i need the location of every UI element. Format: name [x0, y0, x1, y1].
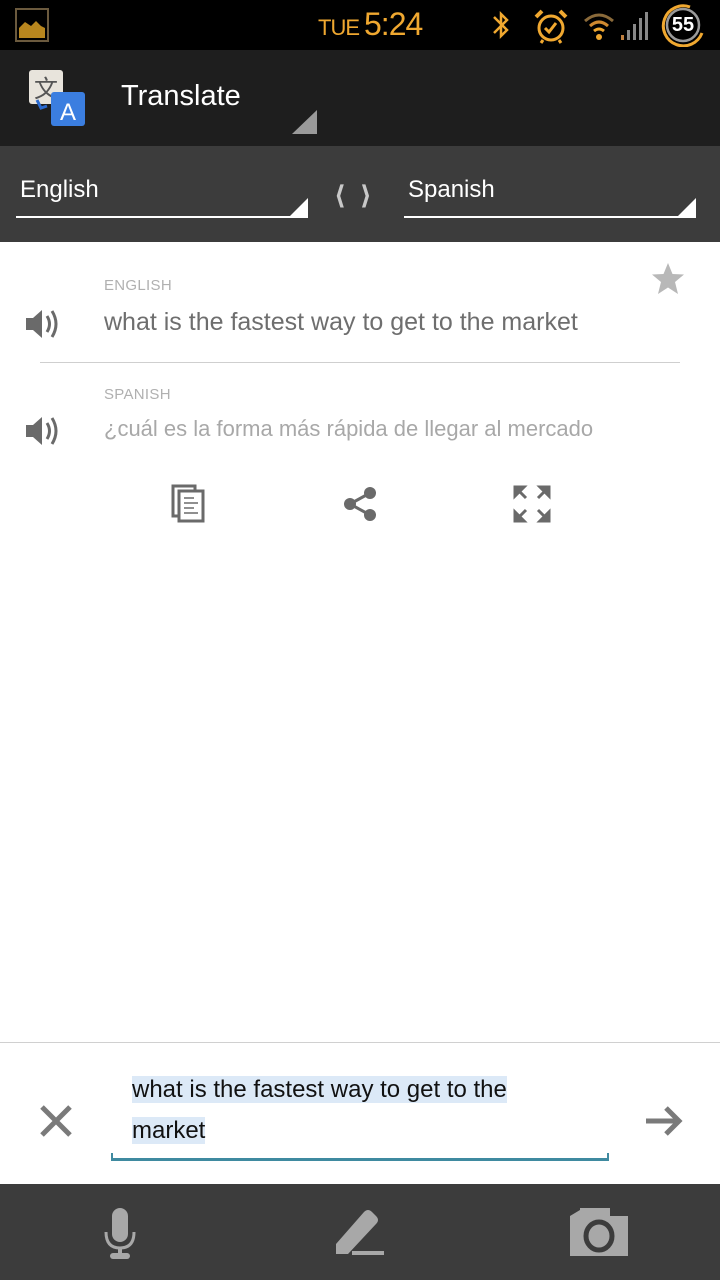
google-translate-icon[interactable]: 文 A [27, 70, 87, 128]
share-icon[interactable] [340, 484, 380, 524]
battery-icon: 55 [660, 3, 706, 48]
wifi-icon [584, 13, 614, 40]
dropdown-corner-icon [290, 198, 308, 216]
speaker-icon[interactable] [24, 306, 62, 342]
source-text[interactable]: what is the fastest way to get to the ma… [104, 308, 578, 337]
bottom-toolbar [0, 1184, 720, 1280]
swap-languages-icon[interactable]: ⟨ ⟩ [334, 180, 372, 211]
pencil-icon[interactable] [328, 1206, 392, 1260]
status-bar: TUE 5:24 55 [0, 0, 720, 50]
fullscreen-icon[interactable] [512, 484, 552, 524]
clock-time: 5:24 [364, 6, 423, 42]
arrow-right-icon[interactable] [644, 1103, 684, 1139]
app-title[interactable]: Translate [121, 80, 241, 113]
divider [40, 362, 680, 363]
source-language-select[interactable]: English [16, 170, 308, 218]
alarm-icon [534, 9, 568, 44]
dropdown-corner-icon [678, 198, 696, 216]
camera-icon[interactable] [566, 1206, 630, 1260]
target-language-caption: SPANISH [104, 386, 171, 403]
input-line-1: what is the fastest way to get to the [132, 1076, 507, 1103]
chevron-left-icon: ⟨ [334, 180, 346, 210]
gallery-notification-icon [15, 8, 49, 42]
language-bar: English ⟨ ⟩ Spanish [0, 146, 720, 242]
menu-dropdown-indicator [292, 110, 317, 134]
chevron-right-icon: ⟩ [359, 180, 372, 210]
input-line-2: market [132, 1117, 206, 1144]
source-language-caption: ENGLISH [104, 277, 172, 294]
input-text[interactable]: what is the fastest way to get to the ma… [132, 1069, 588, 1151]
speaker-icon[interactable] [24, 413, 62, 449]
input-area: what is the fastest way to get to the ma… [0, 1042, 720, 1184]
translate-screen: TUE 5:24 55 文 A Translate English ⟨ ⟩ Sp… [0, 0, 720, 1280]
star-icon[interactable] [651, 262, 685, 296]
translated-text[interactable]: ¿cuál es la forma más rápida de llegar a… [104, 416, 593, 442]
target-language-select[interactable]: Spanish [404, 170, 696, 218]
bluetooth-icon [493, 10, 509, 40]
close-icon[interactable] [36, 1101, 76, 1141]
copy-icon[interactable] [170, 484, 210, 524]
clock-day: TUE [318, 15, 360, 40]
clock: TUE 5:24 [318, 6, 423, 43]
battery-level: 55 [671, 14, 695, 36]
signal-icon [621, 12, 648, 40]
target-language-label: Spanish [408, 176, 495, 203]
microphone-icon[interactable] [88, 1206, 152, 1260]
translate-input[interactable]: what is the fastest way to get to the ma… [111, 1069, 609, 1161]
source-language-label: English [20, 176, 99, 203]
svg-text:A: A [60, 99, 76, 126]
action-bar: 文 A Translate [0, 50, 720, 146]
